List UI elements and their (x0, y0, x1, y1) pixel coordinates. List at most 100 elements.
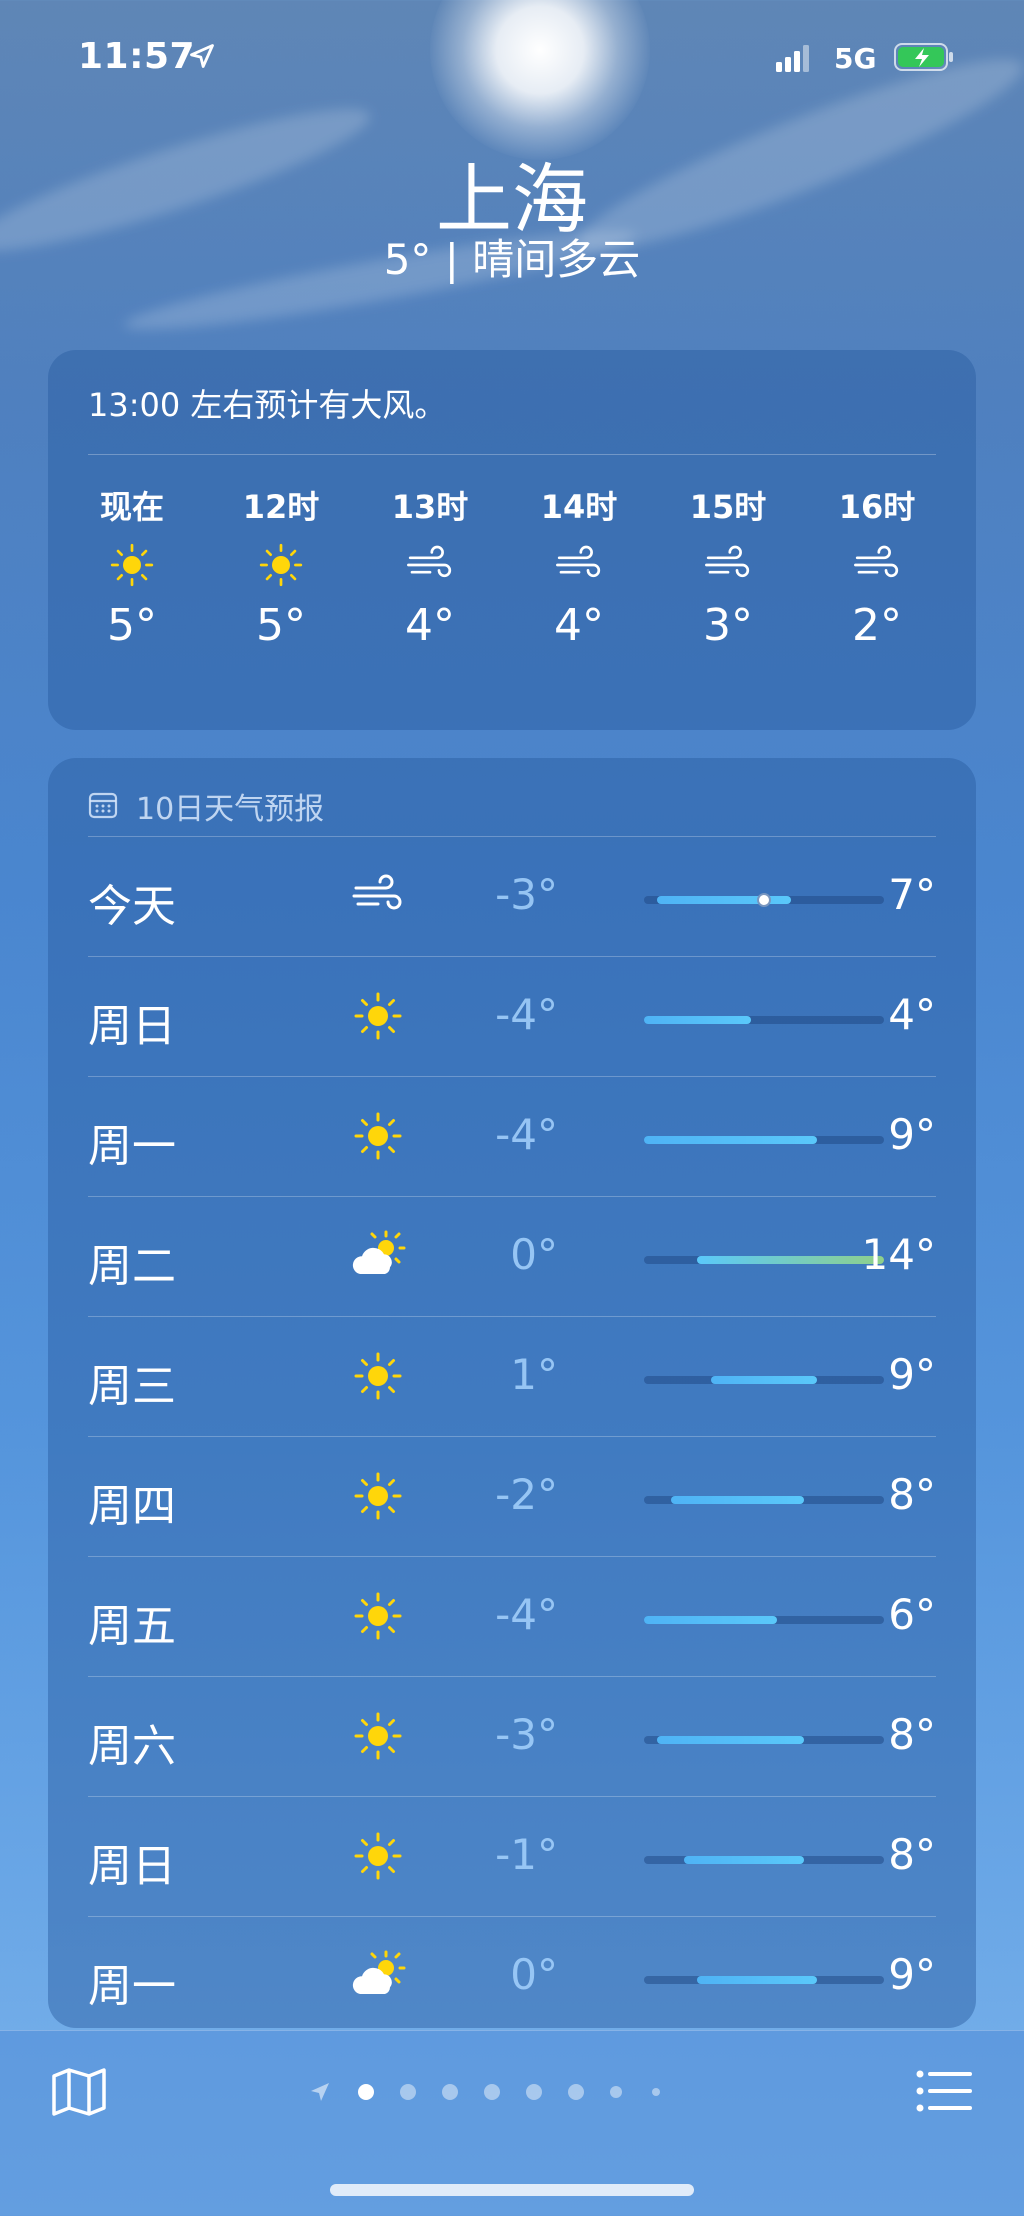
temp-range-bar (710, 1376, 818, 1384)
sun-icon (259, 543, 303, 587)
hour-temp: 5° (256, 600, 306, 651)
temp-range-track (644, 1856, 884, 1864)
hour-temp: 5° (107, 600, 157, 651)
high-temp: 9° (888, 1350, 936, 1399)
daily-row: 周五 -4° 6° (88, 1556, 936, 1676)
page-dot[interactable] (484, 2084, 500, 2100)
temp-range-bar (657, 1736, 804, 1744)
sun-icon (354, 1592, 402, 1640)
wind-icon (352, 874, 402, 910)
current-summary: 5° | 晴间多云 (383, 235, 641, 284)
network-type: 5G (834, 42, 877, 75)
page-dot[interactable] (400, 2084, 416, 2100)
high-temp: 8° (888, 1470, 936, 1519)
partly-cloudy-icon (352, 1230, 406, 1274)
cellular-signal-icon (776, 45, 809, 72)
row-divider (88, 1916, 936, 1917)
row-divider (88, 1676, 936, 1677)
low-temp: -4° (495, 1590, 558, 1639)
temp-range-track (644, 1736, 884, 1744)
temp-range-bar (670, 1496, 804, 1504)
city-list-icon[interactable] (914, 2066, 974, 2116)
high-temp: 4° (888, 990, 936, 1039)
row-divider (88, 1196, 936, 1197)
map-icon[interactable] (50, 2066, 108, 2118)
status-time: 11:57 (78, 36, 196, 77)
hourly-forecast-card[interactable]: 13:00 左右预计有大风。 现在 5° 12时 5° 13时 4° 14时 4° 15… (48, 350, 976, 730)
row-divider (88, 1076, 936, 1077)
row-divider (88, 836, 936, 837)
day-label: 周五 (88, 1601, 176, 1652)
hour-label: 现在 (99, 488, 164, 526)
high-temp: 9° (888, 1950, 936, 1999)
daily-row: 周一 -4° 9° (88, 1076, 936, 1196)
wind-icon (705, 545, 750, 578)
status-bar: 11:57 5G (0, 36, 1024, 86)
sun-icon (354, 1472, 402, 1520)
temp-range-track (644, 1616, 884, 1624)
page-indicator[interactable] (300, 2078, 720, 2106)
page-dot[interactable] (610, 2086, 622, 2098)
high-temp: 9° (888, 1110, 936, 1159)
page-dot[interactable] (652, 2088, 660, 2096)
card-divider (88, 454, 936, 455)
hour-label: 16时 (838, 488, 916, 526)
temp-range-track (644, 1496, 884, 1504)
row-divider (88, 1796, 936, 1797)
hour-temp: 4° (554, 600, 604, 651)
wind-icon (407, 545, 452, 578)
low-temp: -2° (495, 1470, 558, 1519)
day-label: 周日 (88, 1001, 176, 1052)
hour-label: 12时 (242, 488, 320, 526)
day-label: 周一 (88, 1961, 176, 2012)
temp-range-track (644, 1376, 884, 1384)
daily-row: 周四 -2° 8° (88, 1436, 936, 1556)
daily-row: 周六 -3° 8° (88, 1676, 936, 1796)
page-dot[interactable] (568, 2084, 584, 2100)
sun-icon (354, 1712, 402, 1760)
page-dot[interactable] (442, 2084, 458, 2100)
sun-icon (354, 1352, 402, 1400)
low-temp: 1° (510, 1350, 558, 1399)
day-label: 周一 (88, 1121, 176, 1172)
temp-range-bar (684, 1856, 804, 1864)
high-temp: 6° (888, 1590, 936, 1639)
temp-range-bar (697, 1976, 818, 1984)
wind-icon (556, 545, 601, 578)
hour-temp: 3° (703, 600, 753, 651)
location-arrow-icon (190, 44, 214, 68)
low-temp: 0° (510, 1230, 558, 1279)
row-divider (88, 956, 936, 957)
row-divider (88, 1436, 936, 1437)
hour-label: 15时 (689, 488, 767, 526)
high-temp: 8° (888, 1830, 936, 1879)
temp-range-track (644, 893, 884, 907)
low-temp: -4° (495, 990, 558, 1039)
sun-icon (354, 1832, 402, 1880)
day-label: 周四 (88, 1481, 176, 1532)
low-temp: -3° (495, 870, 558, 919)
current-location-icon (311, 2083, 329, 2101)
low-temp: -3° (495, 1710, 558, 1759)
day-label: 周二 (88, 1241, 176, 1292)
daily-row: 周二 0° 14° (88, 1196, 936, 1316)
day-label: 今天 (88, 881, 176, 932)
sun-icon (354, 992, 402, 1040)
temp-range-bar (644, 1136, 818, 1144)
sun-icon (354, 1112, 402, 1160)
temp-range-track (644, 1016, 884, 1024)
temp-range-track (644, 1136, 884, 1144)
daily-row: 周三 1° 9° (88, 1316, 936, 1436)
ten-day-title: 10日天气预报 (136, 792, 325, 827)
page-dot[interactable] (526, 2084, 542, 2100)
hour-label: 13时 (391, 488, 469, 526)
temp-range-bar (644, 1616, 778, 1624)
hour-temp: 2° (852, 600, 902, 651)
ten-day-forecast-card[interactable]: 10日天气预报 今天 -3° 7° 周日 -4° 4° 周一 -4° 9° 周二 0° 14°… (48, 758, 976, 2028)
sun-icon (110, 543, 154, 587)
daily-row: 周一 0° 9° (88, 1916, 936, 2028)
low-temp: -4° (495, 1110, 558, 1159)
high-temp: 8° (888, 1710, 936, 1759)
page-dot[interactable] (358, 2084, 374, 2100)
home-indicator (330, 2184, 694, 2196)
